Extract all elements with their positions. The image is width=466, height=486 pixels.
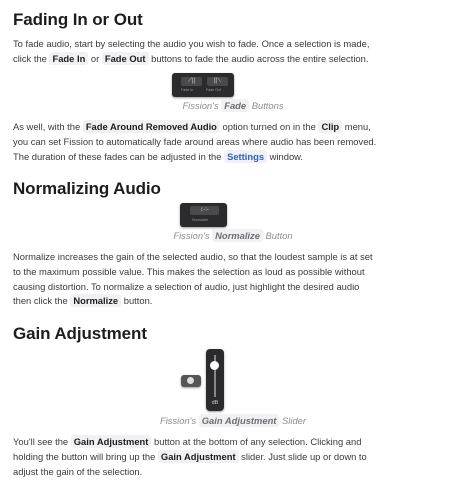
caption-normalize: Fission's Normalize Button — [0, 229, 466, 242]
text: or — [88, 52, 102, 64]
text: The duration of these fades can be adjus… — [13, 150, 225, 162]
text: causing distortion. To normalize a selec… — [13, 280, 360, 292]
fade-out-label: Fade Out — [206, 88, 221, 92]
paragraph-fade-intro: To fade audio, start by selecting the au… — [13, 37, 369, 67]
inline-code: Fade Out — [101, 51, 149, 65]
text: You'll see the — [13, 436, 71, 447]
caption-text: Slider — [279, 415, 306, 426]
fade-buttons-image: ⟋|| ||⟍ Fade In Fade Out — [172, 73, 234, 97]
text-line: To fade audio, start by selecting the au… — [13, 37, 369, 52]
text: button. — [121, 295, 153, 307]
text-line: Normalize increases the gain of the sele… — [13, 250, 373, 265]
caption-text: Fission's — [173, 230, 213, 241]
text: to the maximum possible value. This make… — [13, 265, 365, 277]
inline-code: Fade In — [49, 51, 89, 65]
fade-out-icon: ||⟍ — [207, 77, 228, 86]
text: As well, with the — [13, 121, 83, 132]
paragraph-gain: You'll see the Gain Adjustment button at… — [13, 435, 367, 479]
text-line: causing distortion. To normalize a selec… — [13, 280, 373, 295]
caption-code: Gain Adjustment — [198, 414, 280, 427]
paragraph-fade-removed: As well, with the Fade Around Removed Au… — [13, 120, 376, 164]
caption-gain: Fission's Gain Adjustment Slider — [0, 414, 466, 427]
normalize-button-image: ↕-⫶- Normalize — [180, 203, 227, 227]
caption-fade: Fission's Fade Buttons — [0, 99, 466, 112]
gain-adjustment-button-icon — [181, 375, 201, 387]
slider-thumb[interactable] — [210, 360, 219, 370]
heading-fading: Fading In or Out — [13, 10, 143, 29]
heading-gain: Gain Adjustment — [13, 324, 147, 343]
text: adjust the gain of the selection. — [13, 465, 143, 477]
text: slider. Just slide up or down to — [238, 450, 367, 462]
caption-text: Button — [262, 230, 293, 241]
text: To fade audio, start by selecting the au… — [13, 38, 370, 49]
normalize-icon: ↕-⫶- — [190, 206, 219, 215]
caption-text: Buttons — [249, 100, 284, 111]
text: button at the bottom of any selection. C… — [151, 436, 362, 447]
text-line: You'll see the Gain Adjustment button at… — [13, 435, 367, 450]
text-line: then click the Normalize button. — [13, 294, 373, 309]
text: holding the button will bring up the — [13, 450, 158, 462]
text: menu, — [342, 121, 371, 132]
slider-unit-label: dB — [211, 400, 219, 406]
gain-knob-icon — [187, 377, 194, 384]
text: window. — [267, 150, 304, 162]
text-line: adjust the gain of the selection. — [13, 465, 367, 480]
inline-code: Clip — [318, 120, 343, 133]
inline-code: Gain Adjustment — [70, 435, 152, 448]
text: click the — [13, 52, 50, 64]
text-line: As well, with the Fade Around Removed Au… — [13, 120, 376, 135]
fade-in-icon: ⟋|| — [181, 77, 202, 86]
text: buttons to fade the audio across the ent… — [148, 52, 369, 64]
text: Normalize increases the gain of the sele… — [13, 251, 373, 262]
text: you can set Fission to automatically fad… — [13, 135, 377, 147]
paragraph-normalize: Normalize increases the gain of the sele… — [13, 250, 373, 309]
heading-normalizing: Normalizing Audio — [13, 179, 161, 198]
inline-code: Normalize — [70, 294, 122, 308]
gain-slider[interactable]: dB — [206, 349, 224, 411]
caption-code: Fade — [221, 99, 250, 112]
text-line: to the maximum possible value. This make… — [13, 265, 373, 280]
inline-code: Fade Around Removed Audio — [82, 120, 220, 133]
normalize-label: Normalize — [192, 218, 209, 222]
text-line: you can set Fission to automatically fad… — [13, 135, 376, 150]
text-line: holding the button will bring up the Gai… — [13, 449, 367, 465]
text-line: click the Fade In or Fade Out buttons to… — [13, 51, 369, 67]
text: option turned on in the — [219, 121, 319, 132]
caption-code: Normalize — [212, 229, 263, 242]
caption-text: Fission's — [159, 415, 199, 426]
settings-link[interactable]: Settings — [224, 149, 268, 163]
text: then click the — [13, 295, 71, 307]
fade-in-label: Fade In — [181, 88, 194, 92]
caption-text: Fission's — [182, 100, 222, 111]
inline-code: Gain Adjustment — [157, 449, 239, 463]
text-line: The duration of these fades can be adjus… — [13, 149, 376, 165]
